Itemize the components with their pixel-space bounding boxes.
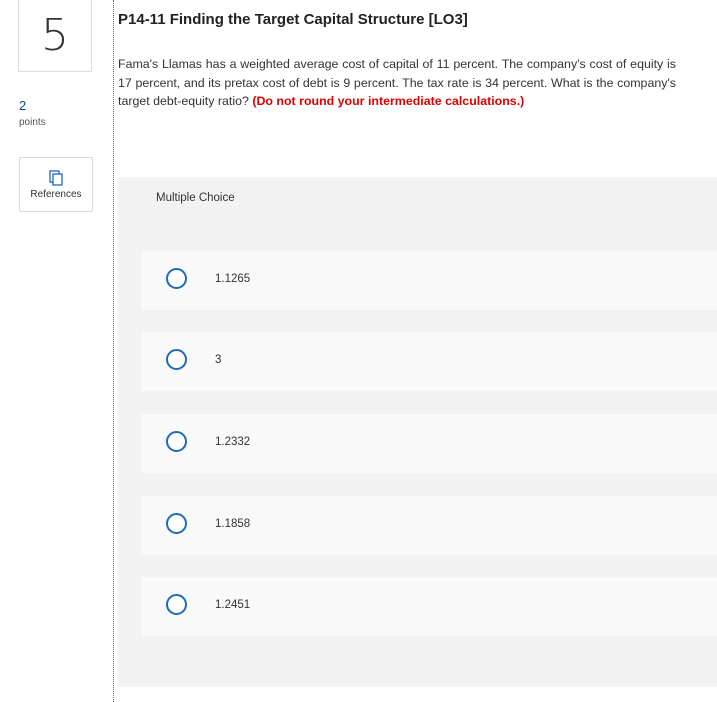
question-number-box: 5 (18, 0, 92, 72)
question-emphasis: (Do not round your intermediate calculat… (252, 94, 525, 108)
question-title: P14-11 Finding the Target Capital Struct… (118, 11, 468, 28)
choice-text: 1.2332 (215, 436, 251, 448)
radio-button[interactable] (166, 431, 187, 452)
choice-option[interactable]: 3 (141, 332, 717, 391)
points-label: points (19, 117, 46, 128)
references-label: References (30, 189, 82, 200)
choice-option[interactable]: 1.1265 (141, 251, 717, 310)
question-page: 5 2 points References P14-11 Finding the… (0, 0, 717, 702)
radio-button[interactable] (166, 268, 187, 289)
multiple-choice-panel: Multiple Choice 1.1265 3 1.2332 1.1858 1… (118, 177, 717, 687)
choice-option[interactable]: 1.1858 (141, 496, 717, 555)
references-button[interactable]: References (19, 157, 93, 212)
document-copy-icon (49, 170, 63, 186)
choice-text: 3 (215, 354, 222, 366)
multiple-choice-label: Multiple Choice (156, 192, 235, 204)
points-value: 2 (19, 98, 27, 113)
column-divider (113, 0, 114, 702)
choice-text: 1.2451 (215, 599, 251, 611)
choice-option[interactable]: 1.2332 (141, 414, 717, 473)
choice-text: 1.1265 (215, 273, 251, 285)
radio-button[interactable] (166, 513, 187, 534)
choice-text: 1.1858 (215, 518, 251, 530)
radio-button[interactable] (166, 594, 187, 615)
radio-button[interactable] (166, 349, 187, 370)
question-body: Fama's Llamas has a weighted average cos… (118, 55, 676, 111)
question-number: 5 (41, 9, 69, 61)
choice-option[interactable]: 1.2451 (141, 577, 717, 636)
